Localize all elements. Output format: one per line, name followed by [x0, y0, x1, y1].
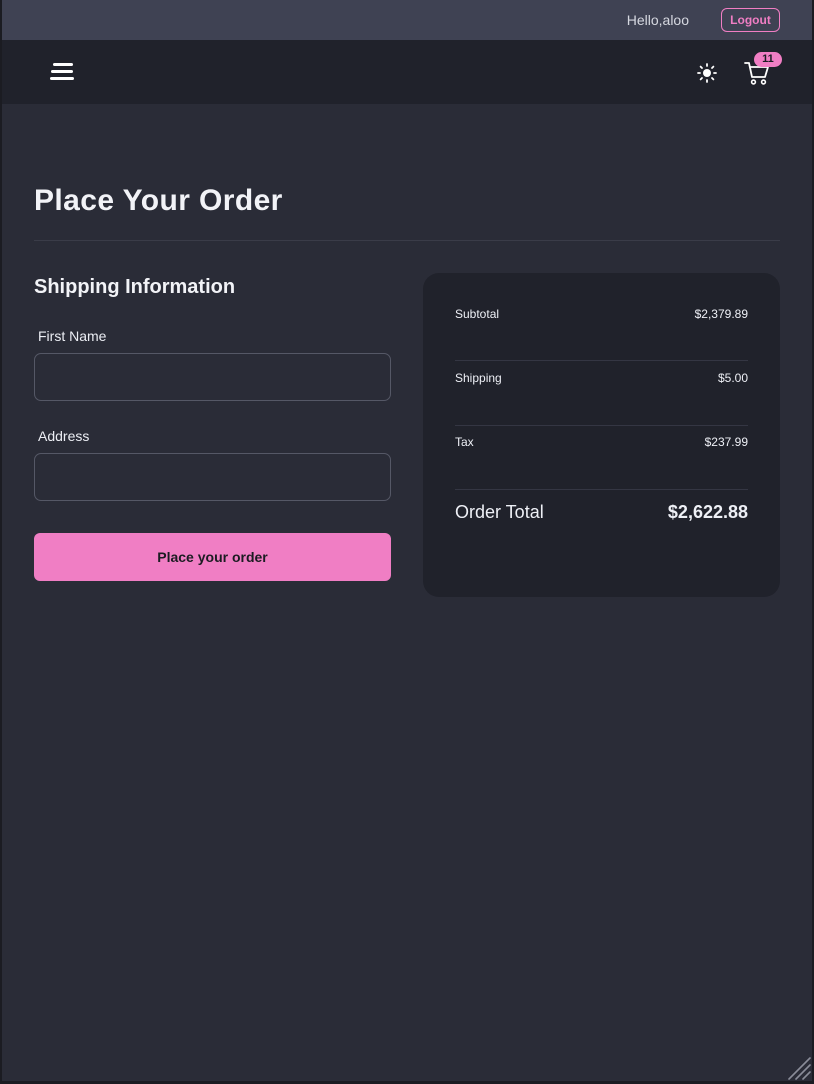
first-name-label: First Name: [38, 328, 107, 344]
place-order-button[interactable]: Place your order: [34, 533, 391, 581]
tax-value: $237.99: [704, 435, 748, 449]
shipping-form: Shipping Information First Name Address …: [34, 276, 391, 581]
shipping-label: Shipping: [455, 371, 502, 385]
summary-divider: [455, 425, 748, 426]
cart-count-badge: 11: [754, 52, 782, 67]
summary-divider: [455, 360, 748, 361]
first-name-field[interactable]: [34, 353, 391, 401]
hamburger-menu-icon[interactable]: [50, 61, 76, 83]
tax-label: Tax: [455, 435, 474, 449]
subtotal-value: $2,379.89: [694, 307, 748, 321]
address-label: Address: [38, 428, 90, 444]
navbar: 11: [2, 40, 812, 104]
logout-button[interactable]: Logout: [721, 8, 780, 32]
order-summary-card: Subtotal $2,379.89 Shipping $5.00 Tax $2…: [423, 273, 780, 597]
window-border-left: [0, 0, 2, 1084]
address-field[interactable]: [34, 453, 391, 501]
shipping-row: Shipping $5.00: [455, 371, 748, 385]
order-total-label: Order Total: [455, 502, 544, 522]
tax-row: Tax $237.99: [455, 435, 748, 449]
user-greeting: Hello,aloo: [626, 12, 689, 28]
resize-grip-icon[interactable]: [785, 1054, 811, 1080]
summary-divider: [455, 489, 748, 490]
order-total-value: $2,622.88: [667, 502, 748, 522]
sun-icon[interactable]: [696, 62, 718, 84]
cart-button[interactable]: 11: [742, 52, 784, 88]
page-title: Place Your Order: [34, 184, 283, 217]
top-bar: Hello,aloo Logout: [2, 0, 812, 40]
shipping-section-title: Shipping Information: [34, 276, 236, 298]
title-divider: [34, 240, 780, 241]
subtotal-label: Subtotal: [455, 307, 500, 321]
shipping-value: $5.00: [717, 371, 748, 385]
subtotal-row: Subtotal $2,379.89: [455, 307, 748, 321]
order-total-row: Order Total $2,622.88: [455, 502, 748, 523]
